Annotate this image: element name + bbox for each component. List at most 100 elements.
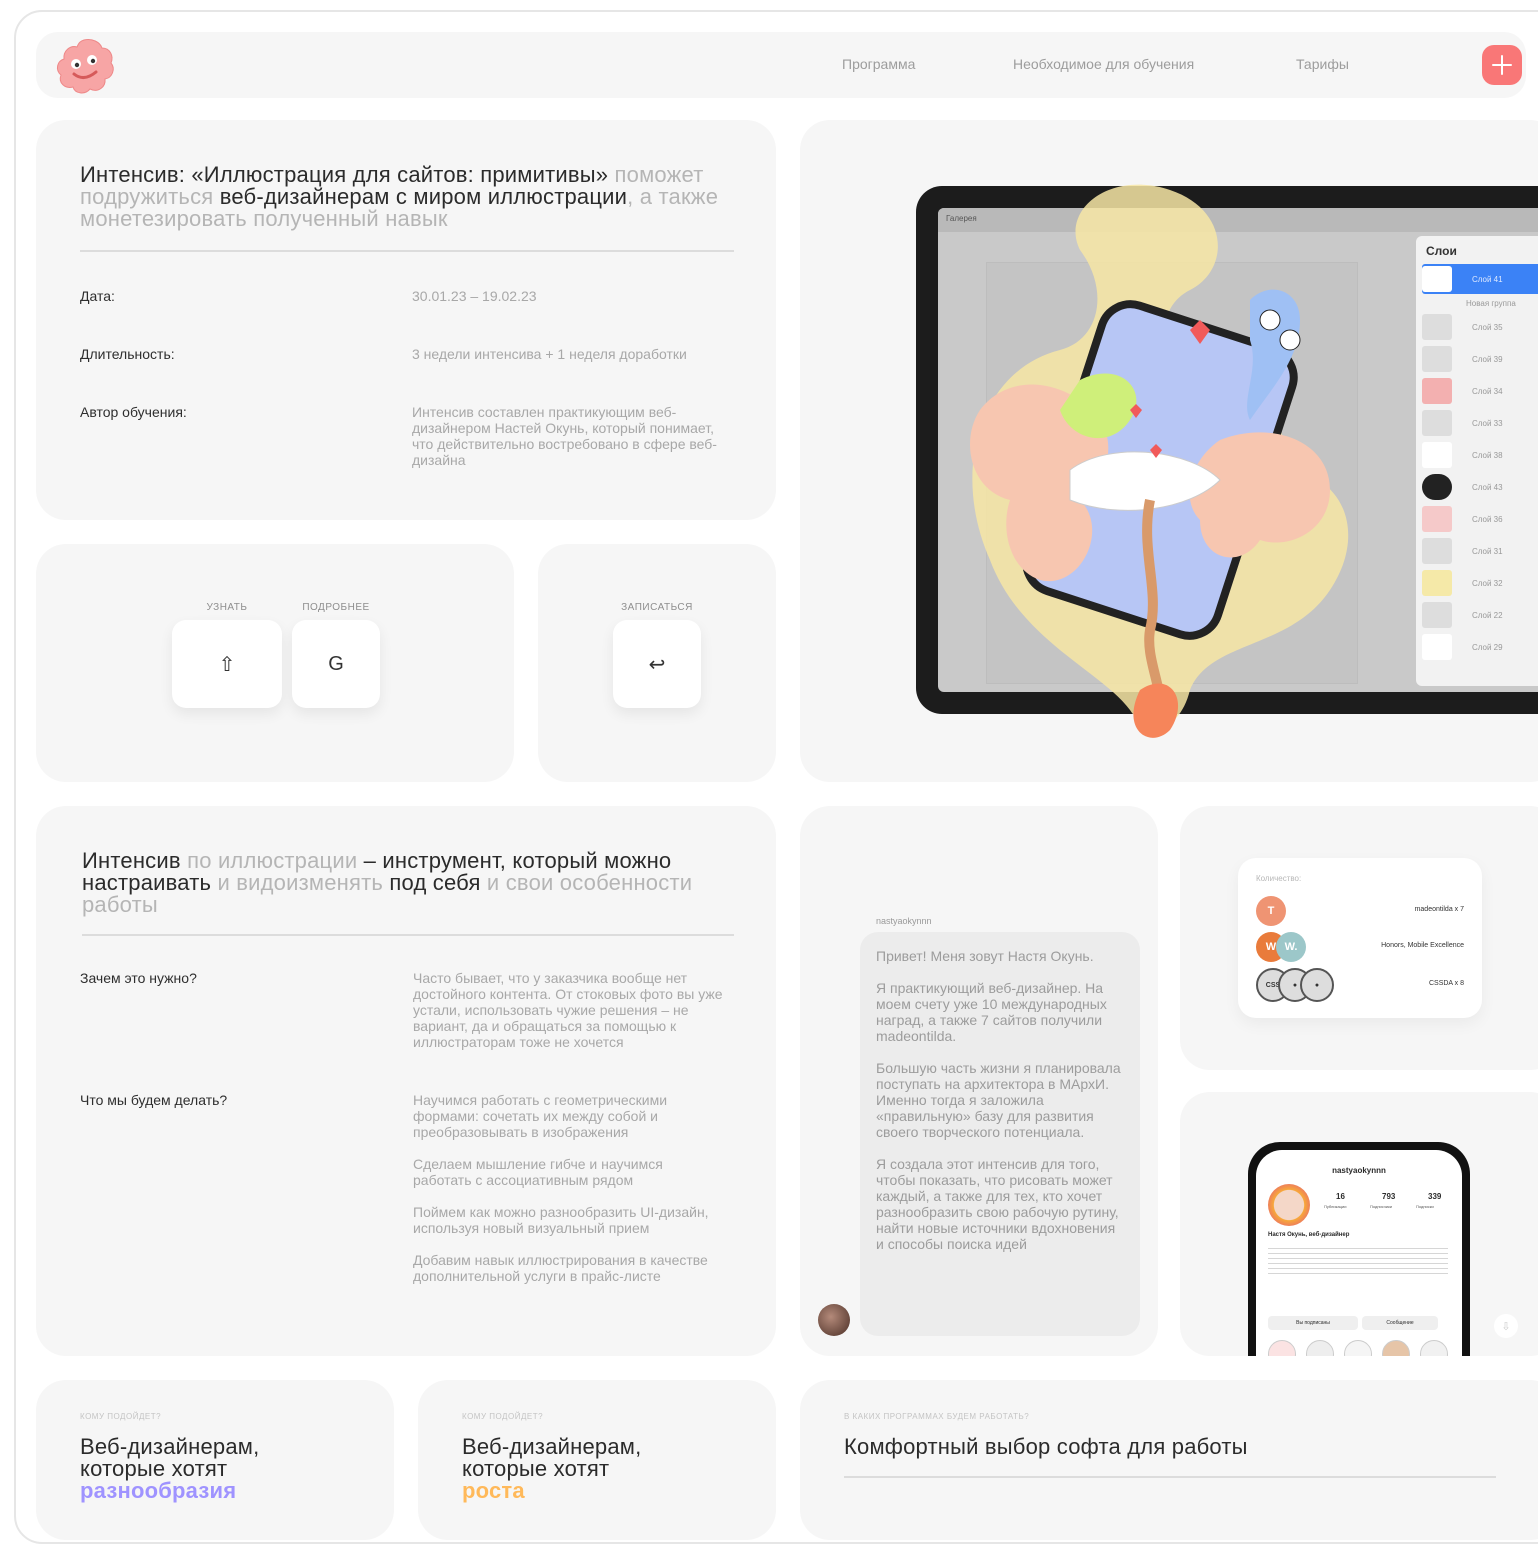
stat-value: 339: [1428, 1192, 1442, 1201]
stat-value: 793: [1382, 1192, 1396, 1201]
cssda-badge-icon: ●: [1300, 968, 1334, 1002]
layer-row[interactable]: Слой 43: [1422, 472, 1538, 502]
chat-bubble: Привет! Меня зовут Настя Окунь. Я практи…: [860, 932, 1140, 1336]
nav-link-pricing[interactable]: Тарифы: [1296, 56, 1349, 72]
return-icon: ↩: [648, 653, 666, 676]
layer-thumb: [1422, 570, 1452, 596]
layer-row[interactable]: Слой 32: [1422, 568, 1538, 598]
message-button[interactable]: Сообщение: [1362, 1316, 1438, 1330]
tilda-badge-icon: T: [1256, 896, 1286, 926]
layer-thumb: [1422, 346, 1452, 372]
phone-mockup: nastyaokynnn 16 793 339 Публикации Подпи…: [1248, 1142, 1470, 1356]
layer-row[interactable]: Слой 38: [1422, 440, 1538, 470]
software-caption: В КАКИХ ПРОГРАММАХ БУДЕМ РАБОТАТЬ?: [844, 1412, 1030, 1421]
audience-title: Веб-дизайнерам, которые хотят: [462, 1434, 642, 1481]
enroll-key-button[interactable]: ↩: [613, 620, 701, 708]
layer-label: Слой 43: [1472, 482, 1503, 492]
plus-button[interactable]: [1482, 45, 1522, 85]
illustration-card: Галерея Слои Слой 41 Новая группа Слой 3…: [800, 120, 1538, 782]
layers-title: Слои: [1426, 244, 1457, 258]
what-item: Сделаем мышление гибче и научимся работа…: [413, 1156, 663, 1188]
audience-accent: разнообразия: [80, 1478, 237, 1503]
awards-caption: Количество:: [1256, 874, 1302, 883]
layer-row[interactable]: Слой 35: [1422, 312, 1538, 342]
profile-name: Настя Окунь, веб-дизайнер: [1268, 1232, 1350, 1238]
layer-thumb: [1422, 314, 1452, 340]
nav-link-requirements[interactable]: Необходимое для обучения: [1013, 56, 1194, 72]
nav-link-program[interactable]: Программа: [842, 56, 915, 72]
keys-card: УЗНАТЬ ПОДРОБНЕЕ ⇧ G: [36, 544, 514, 782]
learn-caption: УЗНАТЬ: [206, 602, 248, 613]
software-card: В КАКИХ ПРОГРАММАХ БУДЕМ РАБОТАТЬ? Комфо…: [800, 1380, 1538, 1540]
audience-card-growth: КОМУ ПОДОЙДЕТ? Веб-дизайнерам, которые х…: [418, 1380, 776, 1540]
illustration-art: [970, 184, 1349, 738]
layer-thumb: [1422, 634, 1452, 660]
chat-message: Я практикующий веб-дизайнер. На моем сче…: [876, 980, 1107, 1044]
layer-row[interactable]: Новая группа: [1422, 296, 1538, 310]
highlight-item[interactable]: [1382, 1340, 1410, 1356]
learn-key-button[interactable]: ⇧: [172, 620, 282, 708]
award-label: madeontilda x 7: [1414, 906, 1464, 913]
layer-label: Слой 38: [1472, 450, 1503, 460]
layer-thumb: [1422, 378, 1452, 404]
layer-label: Слой 35: [1472, 322, 1503, 332]
phone-screen: nastyaokynnn 16 793 339 Публикации Подпи…: [1256, 1150, 1462, 1356]
layer-thumb: [1422, 442, 1452, 468]
more-key-label: G: [328, 652, 344, 675]
layer-row[interactable]: Слой 31: [1422, 536, 1538, 566]
divider: [80, 250, 734, 252]
awwwards-badge-icon: W.: [1276, 932, 1306, 962]
chat-username: nastyaokynnn: [876, 916, 932, 926]
audience-caption: КОМУ ПОДОЙДЕТ?: [462, 1412, 544, 1421]
avatar: [818, 1304, 850, 1336]
audience-caption: КОМУ ПОДОЙДЕТ?: [80, 1412, 162, 1421]
chat-message: Большую часть жизни я планировала поступ…: [876, 1060, 1121, 1140]
highlight-item[interactable]: [1306, 1340, 1334, 1356]
follow-button[interactable]: Вы подписаны: [1268, 1316, 1358, 1330]
layer-thumb: [1422, 410, 1452, 436]
profile-avatar: [1268, 1184, 1310, 1226]
duration-value: 3 недели интенсива + 1 неделя доработки: [412, 346, 687, 362]
layer-row[interactable]: Слой 29: [1422, 632, 1538, 662]
tool-title-part: под себя: [383, 870, 481, 895]
highlight-item[interactable]: [1344, 1340, 1372, 1356]
date-label: Дата:: [80, 288, 115, 304]
audience-accent: роста: [462, 1478, 525, 1503]
enroll-caption: ЗАПИСАТЬСЯ: [621, 602, 693, 613]
highlight-item[interactable]: [1420, 1340, 1448, 1356]
why-text: Часто бывает, что у заказчика вообще нет…: [413, 970, 723, 1050]
layer-row[interactable]: Слой 39: [1422, 344, 1538, 374]
layer-thumb: [1422, 266, 1452, 292]
tool-card: Интенсив по иллюстрации – инструмент, ко…: [36, 806, 776, 1356]
software-title: Комфортный выбор софта для работы: [844, 1434, 1248, 1459]
stat-label: Подписки: [1416, 1204, 1434, 1209]
stat-value: 16: [1336, 1192, 1345, 1201]
profile-card: nastyaokynnn 16 793 339 Публикации Подпи…: [1180, 1092, 1538, 1356]
layer-row[interactable]: Слой 33: [1422, 408, 1538, 438]
what-item: Поймем как можно разнообразить UI-дизайн…: [413, 1204, 709, 1236]
layer-row[interactable]: Слой 34: [1422, 376, 1538, 406]
layers-panel: Слои Слой 41 Новая группа Слой 35 Слой 3…: [1416, 236, 1538, 686]
profile-bio: [1268, 1244, 1448, 1278]
what-item: Добавим навык иллюстрирования в качестве…: [413, 1252, 708, 1284]
tool-title: Интенсив по иллюстрации – инструмент, ко…: [82, 850, 742, 916]
chat-message: Я создала этот интенсив для того, чтобы …: [876, 1156, 1119, 1252]
layer-label: Слой 32: [1472, 578, 1503, 588]
layer-thumb: [1422, 602, 1452, 628]
divider: [844, 1476, 1496, 1478]
duration-label: Длительность:: [80, 346, 175, 362]
date-value: 30.01.23 – 19.02.23: [412, 288, 537, 304]
scroll-down-icon[interactable]: ⇩: [1494, 1314, 1518, 1338]
chat-message: Привет! Меня зовут Настя Окунь.: [876, 948, 1094, 964]
layer-label: Слой 39: [1472, 354, 1503, 364]
plus-icon: [1492, 55, 1512, 75]
layer-label: Слой 34: [1472, 386, 1503, 396]
layer-row[interactable]: Слой 22: [1422, 600, 1538, 630]
layer-row[interactable]: Слой 36: [1422, 504, 1538, 534]
highlight-item[interactable]: [1268, 1340, 1296, 1356]
profile-handle: nastyaokynnn: [1332, 1166, 1386, 1175]
more-key-button[interactable]: G: [292, 620, 380, 708]
logo-icon[interactable]: [54, 36, 116, 96]
layer-row[interactable]: Слой 41: [1422, 264, 1538, 294]
enroll-card: ЗАПИСАТЬСЯ ↩: [538, 544, 776, 782]
